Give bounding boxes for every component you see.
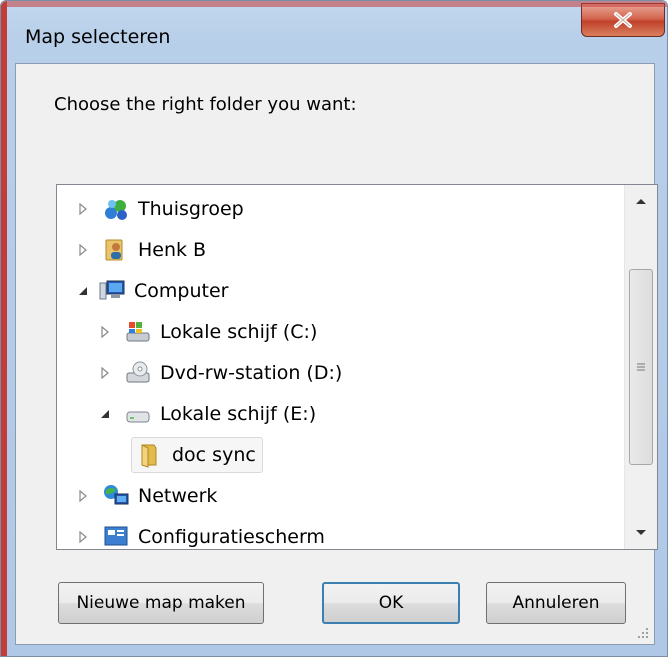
- expand-arrow-icon[interactable]: [75, 203, 91, 215]
- close-button[interactable]: [581, 3, 665, 37]
- window-title: Map selecteren: [25, 26, 171, 48]
- vertical-scrollbar[interactable]: [624, 185, 657, 549]
- dialog-body: Choose the right folder you want: Thuisg…: [15, 63, 658, 645]
- tree-item-label: doc sync: [172, 444, 256, 466]
- expand-arrow-icon[interactable]: [75, 244, 91, 256]
- collapse-arrow-icon[interactable]: [97, 408, 113, 420]
- scroll-thumb[interactable]: [629, 269, 653, 465]
- dialog-window: Map selecteren Choose the right folder y…: [0, 0, 668, 657]
- dvd-drive-icon: [124, 360, 152, 386]
- tree-item-drive-d[interactable]: Dvd-rw-station (D:): [97, 354, 349, 392]
- tree-item-label: Lokale schijf (C:): [160, 321, 318, 343]
- folder-icon: [136, 442, 164, 468]
- resize-grip-icon[interactable]: [636, 626, 650, 640]
- tree-item-label: Dvd-rw-station (D:): [160, 362, 343, 384]
- homegroup-icon: [102, 196, 130, 222]
- cancel-button[interactable]: Annuleren: [486, 582, 626, 624]
- grip-lines-icon: [637, 363, 645, 371]
- tree-item-thuisgroep[interactable]: Thuisgroep: [75, 190, 251, 228]
- control-panel-icon: [102, 524, 130, 549]
- tree-item-henk-b[interactable]: Henk B: [75, 231, 213, 269]
- tree-item-label: Configuratiescherm: [138, 526, 325, 548]
- collapse-arrow-icon[interactable]: [75, 285, 91, 297]
- tree-item-label: Netwerk: [138, 485, 218, 507]
- expand-arrow-icon[interactable]: [75, 490, 91, 502]
- computer-icon: [98, 278, 126, 304]
- user-folder-icon: [102, 237, 130, 263]
- tree-item-label: Henk B: [138, 239, 207, 261]
- scroll-up-button[interactable]: [625, 185, 657, 217]
- folder-tree[interactable]: Thuisgroep Henk B Computer Lokale schijf…: [56, 184, 658, 550]
- tree-item-label: Computer: [134, 280, 229, 302]
- expand-arrow-icon[interactable]: [97, 326, 113, 338]
- system-drive-icon: [124, 319, 152, 345]
- tree-viewport: Thuisgroep Henk B Computer Lokale schijf…: [57, 185, 625, 549]
- drive-icon: [124, 401, 152, 427]
- prompt-text: Choose the right folder you want:: [54, 94, 357, 115]
- ok-button[interactable]: OK: [322, 582, 460, 624]
- scroll-up-icon: [636, 199, 646, 204]
- network-icon: [102, 483, 130, 509]
- scroll-down-icon: [636, 530, 646, 535]
- tree-item-configuratiescherm[interactable]: Configuratiescherm: [75, 518, 332, 549]
- expand-arrow-icon[interactable]: [75, 531, 91, 543]
- tree-item-label: Thuisgroep: [138, 198, 244, 220]
- title-bar[interactable]: Map selecteren: [9, 1, 665, 61]
- tree-item-drive-c[interactable]: Lokale schijf (C:): [97, 313, 324, 351]
- close-icon: [614, 12, 632, 28]
- tree-item-label: Lokale schijf (E:): [160, 403, 317, 425]
- tree-item-doc-sync[interactable]: doc sync: [131, 436, 263, 474]
- tree-item-drive-e[interactable]: Lokale schijf (E:): [97, 395, 323, 433]
- tree-item-computer[interactable]: Computer: [75, 272, 235, 310]
- expand-arrow-icon[interactable]: [97, 367, 113, 379]
- tree-item-netwerk[interactable]: Netwerk: [75, 477, 224, 515]
- scroll-down-button[interactable]: [625, 517, 657, 549]
- new-folder-button[interactable]: Nieuwe map maken: [58, 582, 264, 624]
